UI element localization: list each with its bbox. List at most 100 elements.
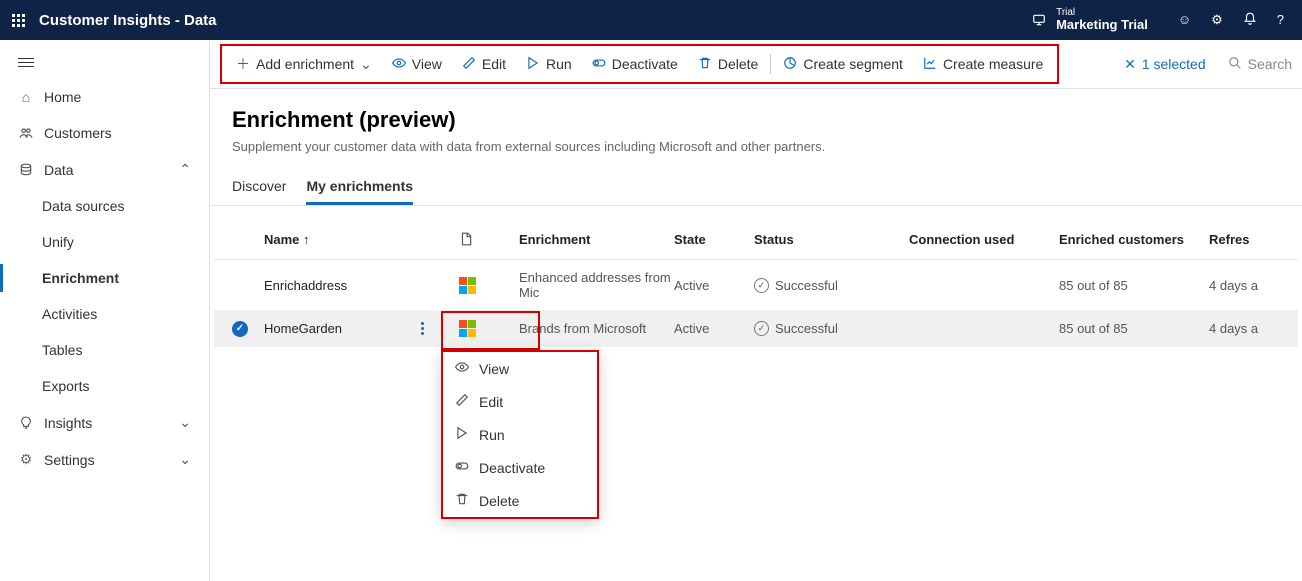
search-input[interactable]: Search	[1228, 56, 1292, 73]
hamburger-icon[interactable]	[0, 46, 209, 79]
tab-discover[interactable]: Discover	[232, 170, 286, 205]
run-button[interactable]: Run	[516, 50, 582, 79]
nav-data-sources[interactable]: Data sources	[0, 188, 209, 224]
row-checkbox[interactable]	[232, 277, 248, 293]
selection-clear[interactable]: ✕ 1 selected	[1124, 56, 1206, 73]
sidebar: ⌂ Home Customers Data ⌃ Data sources Uni…	[0, 40, 210, 581]
ctx-view[interactable]: View	[443, 352, 597, 385]
check-circle-icon: ✓	[754, 278, 769, 293]
nav-data[interactable]: Data ⌃	[0, 151, 209, 188]
ctx-label: Edit	[479, 394, 503, 410]
environment-picker[interactable]: Trial Marketing Trial	[1032, 7, 1148, 32]
pencil-icon	[455, 393, 469, 410]
nav-enrichment[interactable]: Enrichment	[0, 260, 209, 296]
col-enriched[interactable]: Enriched customers	[1059, 232, 1209, 249]
search-placeholder: Search	[1248, 56, 1292, 72]
row-state: Active	[674, 278, 754, 293]
col-status[interactable]: Status	[754, 232, 909, 249]
row-refresh: 4 days a	[1209, 321, 1269, 336]
btn-label: Deactivate	[612, 56, 678, 72]
nav-activities[interactable]: Activities	[0, 296, 209, 332]
col-refresh[interactable]: Refres	[1209, 232, 1269, 249]
col-enrichment[interactable]: Enrichment	[519, 232, 674, 249]
tab-my-enrichments[interactable]: My enrichments	[306, 170, 413, 205]
create-segment-button[interactable]: Create segment	[773, 50, 913, 79]
view-button[interactable]: View	[382, 50, 452, 79]
nav-label: Enrichment	[42, 270, 119, 286]
environment-name: Marketing Trial	[1056, 18, 1148, 32]
btn-label: Run	[546, 56, 572, 72]
chevron-down-icon: ⌄	[179, 414, 191, 431]
ctx-delete[interactable]: Delete	[443, 484, 597, 517]
pencil-icon	[462, 56, 476, 73]
row-name: HomeGarden	[264, 321, 342, 336]
insights-icon	[18, 416, 34, 430]
toolbar-highlight: ＋ Add enrichment ⌄ View Edit	[220, 44, 1059, 84]
page-subtitle: Supplement your customer data with data …	[232, 139, 1280, 154]
gear-icon[interactable]: ⚙	[1211, 12, 1223, 29]
create-measure-button[interactable]: Create measure	[913, 50, 1053, 79]
nav-tables[interactable]: Tables	[0, 332, 209, 368]
nav-settings[interactable]: ⚙ Settings ⌄	[0, 441, 209, 478]
table-row[interactable]: ✓ HomeGarden Brands from Microsoft Activ…	[214, 310, 1298, 347]
check-circle-icon: ✓	[754, 321, 769, 336]
nav-label: Activities	[42, 306, 97, 322]
btn-label: Create measure	[943, 56, 1043, 72]
chevron-down-icon: ⌄	[179, 451, 191, 468]
bell-icon[interactable]	[1243, 12, 1257, 29]
deactivate-button[interactable]: Deactivate	[582, 50, 688, 79]
help-icon[interactable]: ?	[1277, 12, 1284, 29]
ctx-deactivate[interactable]: Deactivate	[443, 451, 597, 484]
trash-icon	[455, 492, 469, 509]
nav-insights[interactable]: Insights ⌄	[0, 404, 209, 441]
add-enrichment-button[interactable]: ＋ Add enrichment ⌄	[226, 48, 382, 80]
row-status: Successful	[775, 321, 838, 336]
enrichment-table: Name ↑ Enrichment State Status Connectio…	[214, 222, 1298, 347]
page-title: Enrichment (preview)	[232, 107, 1280, 133]
nav-label: Exports	[42, 378, 89, 394]
plus-icon: ＋	[236, 54, 250, 74]
col-connection[interactable]: Connection used	[909, 232, 1059, 249]
segment-icon	[783, 56, 797, 73]
search-icon	[1228, 56, 1242, 73]
edit-button[interactable]: Edit	[452, 50, 516, 79]
delete-button[interactable]: Delete	[688, 50, 768, 79]
row-enrichment: Enhanced addresses from Mic	[519, 270, 674, 300]
row-checkbox[interactable]: ✓	[232, 321, 248, 337]
nav-unify[interactable]: Unify	[0, 224, 209, 260]
ctx-label: View	[479, 361, 509, 377]
document-icon	[459, 232, 519, 249]
ctx-edit[interactable]: Edit	[443, 385, 597, 418]
row-enrichment: Brands from Microsoft	[519, 321, 674, 336]
nav-label: Insights	[44, 415, 92, 431]
smiley-icon[interactable]: ☺	[1178, 12, 1191, 29]
btn-label: Delete	[718, 56, 758, 72]
row-status: Successful	[775, 278, 838, 293]
table-row[interactable]: Enrichaddress Enhanced addresses from Mi…	[214, 260, 1298, 310]
nav-label: Tables	[42, 342, 82, 358]
btn-label: Add enrichment	[256, 56, 354, 72]
toolbar: ＋ Add enrichment ⌄ View Edit	[210, 40, 1302, 89]
play-icon	[526, 56, 540, 73]
chart-icon	[923, 56, 937, 73]
chevron-down-icon: ⌄	[360, 56, 372, 73]
trash-icon	[698, 56, 712, 73]
nav-home[interactable]: ⌂ Home	[0, 79, 209, 115]
nav-exports[interactable]: Exports	[0, 368, 209, 404]
selection-count: 1 selected	[1142, 56, 1206, 72]
microsoft-logo-icon	[459, 277, 519, 294]
play-icon	[455, 426, 469, 443]
customers-icon	[18, 126, 34, 140]
ctx-run[interactable]: Run	[443, 418, 597, 451]
tabs: Discover My enrichments	[210, 158, 1302, 206]
col-name[interactable]: Name ↑	[264, 232, 459, 249]
more-actions-icon[interactable]	[412, 322, 432, 335]
nav-label: Data sources	[42, 198, 124, 214]
app-launcher-icon[interactable]	[12, 14, 25, 27]
nav-customers[interactable]: Customers	[0, 115, 209, 151]
toolbar-separator	[770, 54, 771, 74]
nav-label: Customers	[44, 125, 112, 141]
col-state[interactable]: State	[674, 232, 754, 249]
app-title: Customer Insights - Data	[39, 12, 1032, 29]
row-name: Enrichaddress	[264, 278, 459, 293]
